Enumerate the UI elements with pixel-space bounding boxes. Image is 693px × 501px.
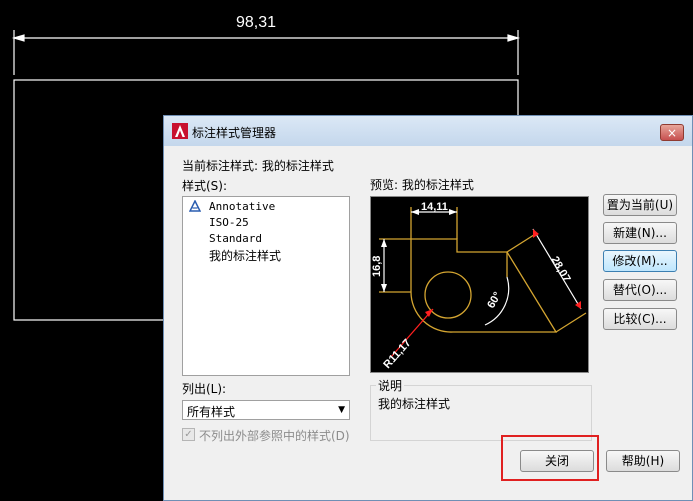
styles-label: 样式(S): (182, 179, 228, 193)
list-item[interactable]: Annotative (209, 200, 275, 213)
dimension-style-manager-dialog: 标注样式管理器 × 当前标注样式: 我的标注样式 样式(S): Annotati… (163, 115, 693, 501)
override-button[interactable]: 替代(O)... (603, 279, 677, 301)
dialog-title: 标注样式管理器 (192, 126, 277, 140)
annotative-icon (189, 200, 201, 212)
preview-dim-diagonal: 28,07 (548, 255, 572, 285)
list-filter-label: 列出(L): (182, 382, 227, 396)
preview-drawing: 14,11 16,8 28,07 60° R11,17 (371, 201, 587, 371)
dimension-text: 98,31 (236, 14, 277, 31)
list-item[interactable]: ISO-25 (209, 216, 249, 229)
style-preview: 14,11 16,8 28,07 60° R11,17 (370, 196, 589, 373)
autocad-logo-icon (172, 123, 188, 139)
compare-button[interactable]: 比较(C)... (603, 308, 677, 330)
preview-label: 预览: 我的标注样式 (370, 178, 474, 192)
set-current-button[interactable]: 置为当前(U) (603, 194, 677, 216)
list-item[interactable]: 我的标注样式 (209, 247, 281, 264)
description-text: 我的标注样式 (378, 397, 451, 411)
current-style-label: 当前标注样式: 我的标注样式 (182, 159, 334, 173)
preview-dim-radius: R11,17 (381, 337, 413, 371)
dialog-titlebar[interactable]: 标注样式管理器 × (164, 116, 692, 146)
chevron-down-icon: ▼ (338, 405, 345, 415)
exclude-xref-checkbox[interactable]: ✓ (182, 428, 195, 441)
styles-list[interactable]: Annotative ISO-25 Standard 我的标注样式 (182, 196, 350, 376)
list-item[interactable]: Standard (209, 232, 262, 245)
preview-dim-top: 14,11 (421, 201, 448, 213)
close-window-button[interactable]: × (660, 124, 684, 141)
preview-dim-left: 16,8 (371, 256, 383, 277)
help-button[interactable]: 帮助(H) (606, 450, 680, 472)
annotation-highlight-box (501, 435, 599, 481)
preview-dim-angle: 60° (485, 290, 504, 310)
list-filter-value: 所有样式 (187, 405, 236, 419)
list-filter-select[interactable]: 所有样式 ▼ (182, 400, 350, 420)
exclude-xref-label: 不列出外部参照中的样式(D) (199, 429, 350, 443)
modify-button[interactable]: 修改(M)... (603, 250, 677, 272)
new-button[interactable]: 新建(N)... (603, 222, 677, 244)
description-label: 说明 (376, 377, 405, 394)
